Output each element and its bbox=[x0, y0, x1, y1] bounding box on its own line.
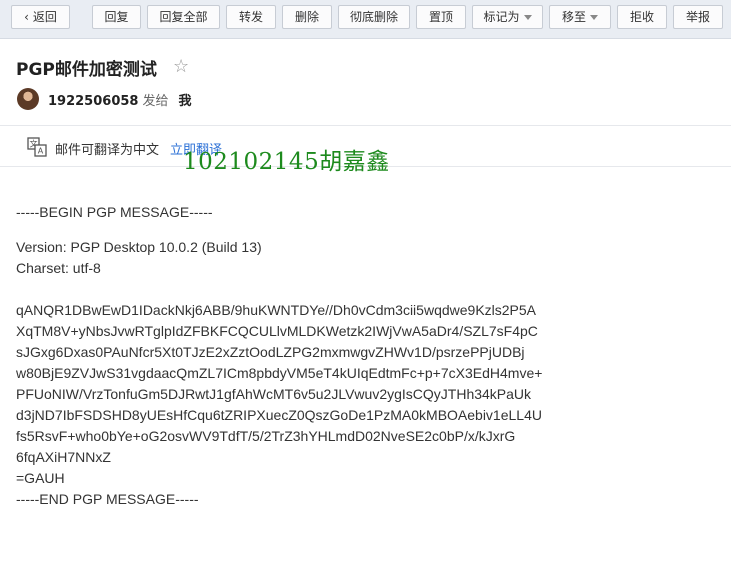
watermark-text: 102102145胡嘉鑫 bbox=[183, 149, 390, 175]
caret-down-icon bbox=[523, 15, 532, 20]
sender-line: 1922506058 发给我 bbox=[48, 90, 192, 109]
forward-button[interactable]: 转发 bbox=[226, 5, 276, 29]
body-line: -----END PGP MESSAGE----- bbox=[16, 491, 199, 507]
header-divider bbox=[0, 125, 731, 126]
report-button[interactable]: 举报 bbox=[673, 5, 723, 29]
pin-button[interactable]: 置顶 bbox=[416, 5, 466, 29]
forward-label: 转发 bbox=[238, 10, 263, 24]
caret-down-icon bbox=[590, 15, 598, 20]
svg-text:A: A bbox=[38, 147, 44, 156]
sender-name[interactable]: 1922506058 bbox=[48, 94, 138, 109]
delete-button[interactable]: 删除 bbox=[282, 5, 332, 29]
body-line: w80BjE9ZVJwS31vgdaacQmZL7ICm8pbdyVM5eT4k… bbox=[16, 365, 543, 381]
reject-button[interactable]: 拒收 bbox=[617, 5, 667, 29]
reject-label: 拒收 bbox=[629, 10, 654, 24]
body-line: qANQR1DBwEwD1IDackNkj6ABB/9huKWNTDYe//Dh… bbox=[16, 302, 537, 318]
move-to-label: 移至 bbox=[561, 10, 586, 24]
star-outline-icon[interactable]: ☆ bbox=[173, 56, 189, 78]
delete-label: 删除 bbox=[294, 10, 319, 24]
avatar[interactable] bbox=[17, 88, 39, 110]
delete-permanently-button[interactable]: 彻底删除 bbox=[338, 5, 410, 29]
body-line: 6fqAXiH7NNxZ bbox=[16, 449, 111, 465]
mail-subject: PGP邮件加密测试 bbox=[16, 60, 157, 80]
body-line: =GAUH bbox=[16, 470, 65, 486]
recipient-name[interactable]: 我 bbox=[178, 94, 191, 109]
body-line: Version: PGP Desktop 10.0.2 (Build 13) bbox=[16, 239, 262, 255]
body-line: XqTM8V+yNbsJvwRTglpIdZFBKFCQCULlvMLDKWet… bbox=[16, 323, 538, 339]
mail-toolbar: ‹ 返回 回复 回复全部 转发 删除 彻底删除 置顶 标记为 移至 拒收 举报 bbox=[0, 0, 731, 39]
sent-to-label: 发给 bbox=[142, 94, 169, 109]
body-line: PFUoNIW/VrzTonfuGm5DJRwtJ1gfAhWcMT6v5u2J… bbox=[16, 386, 532, 402]
mark-as-dropdown[interactable]: 标记为 bbox=[472, 5, 543, 29]
translate-icon: 文 A bbox=[27, 137, 47, 157]
pin-label: 置顶 bbox=[428, 10, 453, 24]
reply-all-label: 回复全部 bbox=[159, 10, 208, 24]
body-line: d3jND7IbFSDSHD8yUEsHfCqu6tZRIPXuecZ0QszG… bbox=[16, 407, 542, 423]
mark-as-label: 标记为 bbox=[483, 10, 520, 24]
body-line: Charset: utf-8 bbox=[16, 260, 101, 276]
body-line: -----BEGIN PGP MESSAGE----- bbox=[16, 204, 213, 220]
body-line: fs5RsvF+who0bYe+oG2osvWV9TdfT/5/2TrZ3hYH… bbox=[16, 428, 516, 444]
back-button[interactable]: ‹ 返回 bbox=[11, 5, 70, 29]
move-to-dropdown[interactable]: 移至 bbox=[549, 5, 611, 29]
reply-label: 回复 bbox=[104, 10, 129, 24]
body-line: sJGxg6Dxas0PAuNfcr5Xt0TJzE2xZztOodLZPG2m… bbox=[16, 344, 525, 360]
delete-permanently-label: 彻底删除 bbox=[349, 10, 398, 24]
report-label: 举报 bbox=[685, 10, 710, 24]
back-label: 返回 bbox=[32, 10, 57, 24]
reply-button[interactable]: 回复 bbox=[92, 5, 141, 29]
translate-prompt: 邮件可翻译为中文 bbox=[55, 143, 160, 158]
reply-all-button[interactable]: 回复全部 bbox=[147, 5, 220, 29]
chevron-left-icon: ‹ bbox=[24, 10, 29, 24]
